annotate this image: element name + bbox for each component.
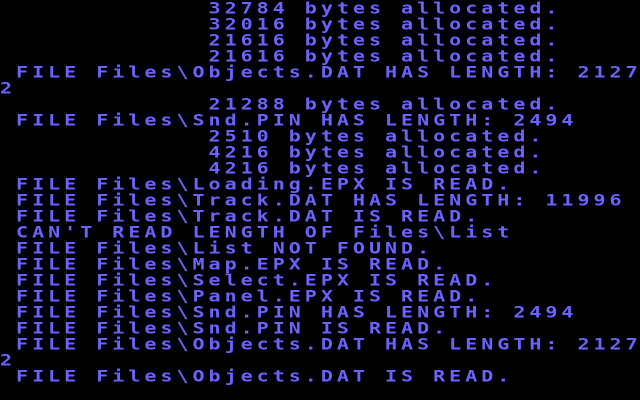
console-line: FILE Files\Select.EPX IS READ. (0, 270, 498, 290)
console-line: 4216 bytes allocated. (0, 158, 546, 178)
console-line: 2 (0, 350, 17, 370)
console-line: FILE Files\List NOT FOUND. (0, 238, 434, 258)
console-line: 2 (0, 78, 17, 98)
console-line: 32016 bytes allocated. (0, 14, 562, 34)
console-line: FILE Files\Snd.PIN HAS LENGTH: 2494 (0, 302, 578, 322)
console-line: FILE Files\Snd.PIN HAS LENGTH: 2494 (0, 110, 578, 130)
console-line: FILE Files\Objects.DAT IS READ. (0, 366, 514, 386)
console-line: FILE Files\Snd.PIN IS READ. (0, 318, 450, 338)
console-line: 2510 bytes allocated. (0, 126, 546, 146)
console-line: 32784 bytes allocated. (0, 0, 562, 18)
console-line: FILE Files\Track.DAT IS READ. (0, 206, 482, 226)
console-line: FILE Files\Objects.DAT HAS LENGTH: 2127 (0, 62, 640, 82)
console-line: CAN'T READ LENGTH OF Files\List (0, 222, 514, 242)
console-line: FILE Files\Objects.DAT HAS LENGTH: 2127 (0, 334, 640, 354)
console-line: 4216 bytes allocated. (0, 142, 546, 162)
console-line: 21288 bytes allocated. (0, 94, 562, 114)
console-line: 21616 bytes allocated. (0, 30, 562, 50)
console-line: FILE Files\Loading.EPX IS READ. (0, 174, 514, 194)
console-line: 21616 bytes allocated. (0, 46, 562, 66)
console-screen: 32784 bytes allocated. 32016 bytes alloc… (0, 0, 640, 400)
console-line: FILE Files\Panel.EPX IS READ. (0, 286, 482, 306)
console-line: FILE Files\Map.EPX IS READ. (0, 254, 450, 274)
console-line: FILE Files\Track.DAT HAS LENGTH: 11996 (0, 190, 626, 210)
